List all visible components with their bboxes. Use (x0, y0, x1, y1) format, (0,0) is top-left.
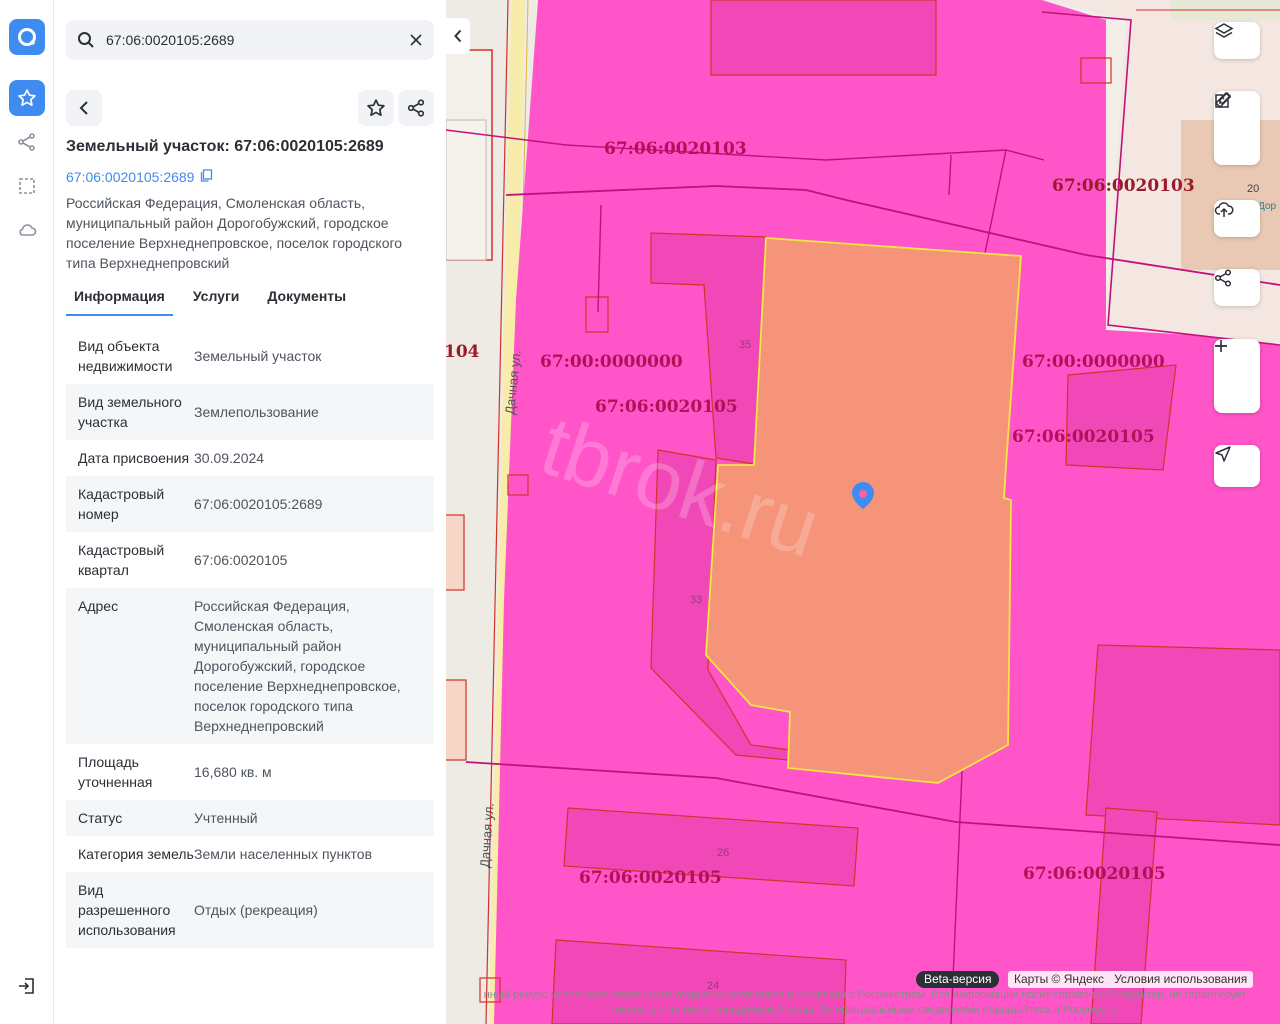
table-row: Вид земельного участка Землепользование (66, 384, 434, 440)
cadastral-number-text[interactable]: 67:06:0020105:2689 (66, 169, 194, 185)
row-value: Земельный участок (194, 348, 322, 364)
tab-services[interactable]: Услуги (185, 280, 248, 316)
map-share-control[interactable] (1214, 269, 1260, 306)
measure-polyline-icon[interactable] (9, 124, 45, 160)
parcel-outline (710, 0, 937, 76)
table-row: Дата присвоения 30.09.2024 (66, 440, 434, 476)
share-icon[interactable] (1214, 269, 1260, 306)
house-number-20: 20 (1247, 183, 1259, 195)
app-logo-icon[interactable] (9, 19, 45, 55)
zoom-control[interactable] (1214, 339, 1260, 413)
share-button[interactable] (398, 90, 434, 126)
back-button[interactable] (66, 90, 102, 126)
cloud-icon[interactable] (9, 212, 45, 248)
upload-control[interactable] (1214, 200, 1260, 237)
row-key: Вид объекта недвижимости (78, 338, 173, 374)
map-view[interactable]: 20 Дор 67:06:0020103 67:06:0020103 67:00… (446, 0, 1280, 1024)
row-value: Российская Федерация, Смоленская область… (194, 598, 401, 734)
row-value: Учтенный (194, 810, 258, 826)
zoom-out-icon[interactable] (1214, 345, 1260, 413)
cadastral-label: 67:06:0020103 (1052, 176, 1195, 196)
layers-icon[interactable] (1214, 22, 1260, 59)
row-value: 67:06:0020105:2689 (194, 496, 323, 512)
row-key: Статус (78, 810, 123, 826)
row-key: Вид земельного участка (78, 394, 182, 430)
table-row: Кадастровый номер 67:06:0020105:2689 (66, 476, 434, 532)
cadastral-label: 67:06:0020105 (1023, 864, 1166, 884)
search-bar[interactable]: 67:06:0020105:2689 (66, 20, 434, 60)
terms-link[interactable]: Условия использования (1114, 971, 1247, 988)
house-number: 33 (690, 594, 702, 606)
favorite-button[interactable] (358, 90, 394, 126)
row-value: 67:06:0020105 (194, 552, 288, 568)
row-key: Кадастровый квартал (78, 542, 165, 578)
building-outline (446, 119, 487, 261)
cadastral-label: 67:00:0000000 (1022, 352, 1165, 372)
row-key: Дата присвоения (78, 450, 190, 466)
tools-control[interactable] (1214, 91, 1260, 165)
logout-icon[interactable] (9, 968, 45, 1004)
cadastral-label: 67:06:0020103 (604, 139, 747, 159)
table-row: Статус Учтенный (66, 800, 434, 836)
layers-control[interactable] (1214, 22, 1260, 59)
tab-information[interactable]: Информация (66, 280, 173, 316)
table-row: Вид разрешенного использования Отдых (рек… (66, 872, 434, 948)
street-label-partial: Дор (1258, 201, 1276, 212)
row-key: Категория земель (78, 846, 194, 862)
row-key: Вид разрешенного использования (78, 882, 176, 938)
area-select-icon[interactable] (9, 168, 45, 204)
edit-icon[interactable] (1214, 91, 1260, 165)
table-row: Вид объекта недвижимости Земельный участо… (66, 328, 434, 384)
icon-rail (0, 0, 54, 1024)
clear-search-icon[interactable] (398, 20, 434, 60)
cadastral-label: 67:06:0020105 (595, 397, 738, 417)
tab-bar: Информация Услуги Документы (66, 280, 434, 316)
row-key: Адрес (78, 598, 119, 614)
yandex-attribution[interactable]: Карты © Яндекс (1014, 971, 1104, 988)
cadastral-label-partial: 104 (446, 342, 480, 362)
house-number: 26 (717, 847, 729, 859)
cadastral-label: 67:06:0020105 (1012, 427, 1155, 447)
building-outline (446, 514, 465, 591)
copy-icon[interactable] (200, 169, 213, 185)
row-value: Землепользование (194, 404, 319, 420)
row-key: Площадь уточненная (78, 754, 153, 790)
table-row: Кадастровый квартал 67:06:0020105 (66, 532, 434, 588)
cadastral-map-canvas[interactable]: 20 Дор 67:06:0020103 67:06:0020103 67:00… (446, 0, 1280, 1024)
search-icon (66, 20, 106, 60)
house-number: 35 (739, 339, 751, 351)
tab-documents[interactable]: Документы (259, 280, 354, 316)
table-row: Категория земель Земли населенных пунктов (66, 836, 434, 872)
info-panel: 67:06:0020105:2689 Земельный участок: 67… (54, 0, 446, 1024)
cloud-upload-icon[interactable] (1214, 200, 1260, 237)
page-title: Земельный участок: 67:06:0020105:2689 (66, 138, 384, 155)
table-row: Адрес Российская Федерация, Смоленская об… (66, 588, 434, 744)
table-row: Площадь уточненная 16,680 кв. м (66, 744, 434, 800)
parcel-outline (1065, 364, 1177, 471)
row-value: Земли населенных пунктов (194, 846, 373, 862)
row-value: 30.09.2024 (194, 450, 265, 466)
row-value: Отдых (рекреация) (194, 902, 318, 918)
collapse-panel-button[interactable] (446, 18, 470, 54)
row-value: 16,680 кв. м (194, 764, 272, 780)
cadastral-number-link[interactable]: 67:06:0020105:2689 (66, 169, 213, 185)
cadastral-label: 67:06:0020105 (579, 868, 722, 888)
geolocation-control[interactable] (1214, 445, 1260, 487)
map-attribution: Карты © Яндекс Условия использования (1008, 971, 1254, 988)
row-key: Кадастровый номер (78, 486, 165, 522)
parcel-outline (1085, 644, 1280, 826)
disclaimer-text: нный ресурс использует сведения из откры… (483, 989, 1247, 1016)
info-table: Вид объекта недвижимости Земельный участо… (66, 328, 434, 948)
favorites-star-icon[interactable] (9, 80, 45, 116)
cadastral-label: 67:00:0000000 (540, 352, 683, 372)
address-text: Российская Федерация, Смоленская область… (66, 195, 403, 271)
beta-badge: Beta-версия (916, 971, 1000, 988)
navigation-arrow-icon[interactable] (1214, 445, 1260, 487)
building-outline (446, 679, 467, 761)
search-input[interactable]: 67:06:0020105:2689 (106, 32, 398, 48)
